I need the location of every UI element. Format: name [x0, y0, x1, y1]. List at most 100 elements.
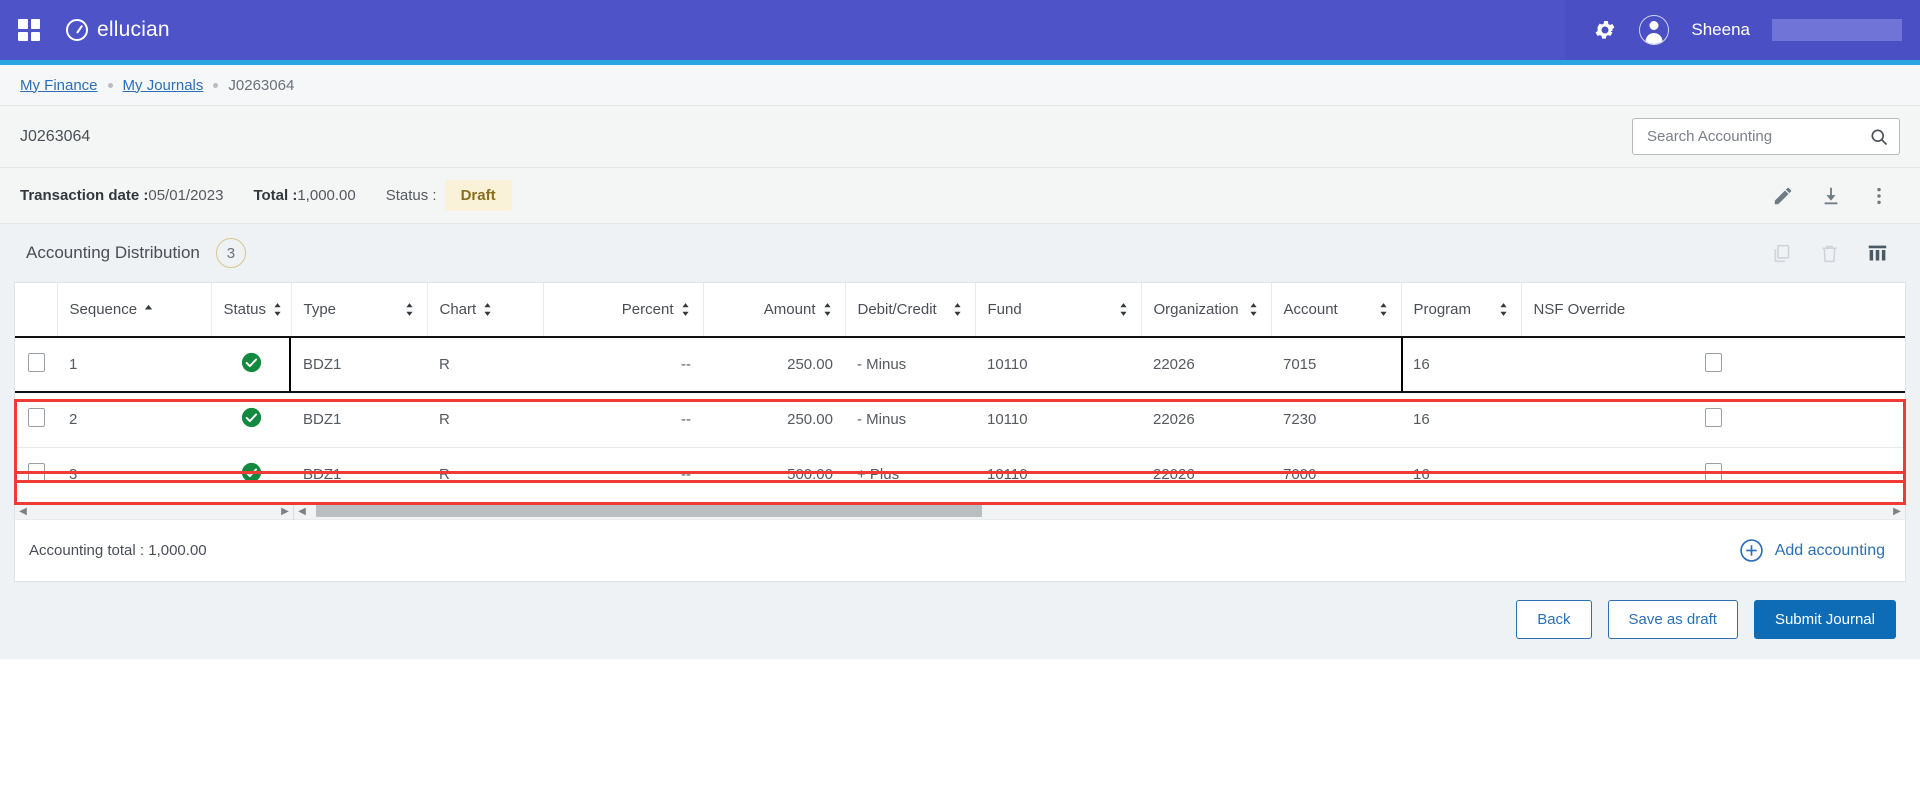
row-checkbox[interactable] [27, 408, 45, 428]
cell-organization: 22026 [1141, 446, 1271, 502]
sort-both-icon[interactable] [404, 302, 415, 317]
cell-sequence: 1 [57, 336, 211, 393]
scroll-left-icon[interactable]: ◀ [15, 506, 31, 517]
sort-both-icon[interactable] [1248, 302, 1259, 317]
breadcrumb-separator-icon [107, 82, 113, 88]
download-icon[interactable] [1820, 185, 1842, 207]
cell-chart: R [427, 336, 543, 393]
column-header-program[interactable]: Program [1401, 283, 1522, 337]
row-select-cell [15, 336, 57, 393]
add-accounting-button[interactable]: Add accounting [1739, 538, 1891, 563]
column-header-account[interactable]: Account [1271, 283, 1402, 337]
column-label-status: Status [223, 301, 267, 318]
sort-both-icon[interactable] [680, 302, 691, 317]
sort-both-icon[interactable] [482, 302, 493, 317]
gear-icon[interactable] [1593, 18, 1617, 42]
transaction-summary-bar: Transaction date :05/01/2023 Total :1,00… [0, 168, 1920, 224]
status-ok-icon [241, 352, 262, 373]
more-vertical-icon[interactable] [1868, 185, 1890, 207]
cell-organization: 22026 [1141, 336, 1271, 393]
nsf-override-checkbox[interactable] [1704, 353, 1722, 372]
search-icon[interactable] [1869, 127, 1889, 147]
cell-amount: 250.00 [703, 336, 845, 393]
accounting-table-card: Sequence Status Type Chart Percent Amoun… [14, 282, 1906, 582]
sort-both-icon[interactable] [822, 302, 833, 317]
submit-journal-button[interactable]: Submit Journal [1753, 600, 1896, 639]
column-label-fund: Fund [987, 301, 1022, 318]
sort-both-icon[interactable] [1118, 302, 1129, 317]
cell-program: 16 [1401, 446, 1521, 502]
breadcrumb-item-my-journals[interactable]: My Journals [123, 77, 204, 94]
save-as-draft-button[interactable]: Save as draft [1607, 600, 1738, 639]
cell-type: BDZ1 [291, 391, 427, 447]
accounting-distribution-section: Accounting Distribution 3 Sequence Statu… [0, 224, 1920, 582]
section-title: Accounting Distribution [26, 243, 200, 262]
transaction-date-label: Transaction date : [20, 187, 149, 204]
app-grid-icon[interactable] [18, 19, 40, 41]
search-accounting-box[interactable] [1632, 118, 1900, 155]
sort-both-icon[interactable] [952, 302, 963, 317]
column-header-chart[interactable]: Chart [427, 283, 544, 337]
horizontal-scrollbar[interactable]: ◀ ▶ ◀ ▶ [15, 502, 1905, 520]
nsf-override-checkbox[interactable] [1704, 463, 1722, 483]
scrollbar-thumb[interactable] [316, 505, 982, 517]
column-header-amount[interactable]: Amount [703, 283, 846, 337]
sort-both-icon[interactable] [1378, 302, 1389, 317]
cell-percent: -- [543, 391, 703, 447]
cell-sequence: 3 [57, 446, 211, 502]
cell-percent: -- [543, 446, 703, 502]
column-header-debit-credit[interactable]: Debit/Credit [845, 283, 976, 337]
accounting-total-row: Accounting total : 1,000.00 Add accounti… [15, 519, 1905, 581]
table-row[interactable]: 1 BDZ1 R -- 250.00 - Minus 10110 22026 7… [15, 336, 1905, 393]
scroll-right-icon[interactable]: ▶ [1889, 506, 1905, 517]
column-label-debit-credit: Debit/Credit [857, 301, 937, 318]
column-label-chart: Chart [439, 301, 477, 318]
column-header-status[interactable]: Status [211, 283, 292, 337]
column-header-sequence[interactable]: Sequence [57, 283, 212, 337]
sort-both-icon[interactable] [1498, 302, 1509, 317]
column-header-percent[interactable]: Percent [543, 283, 704, 337]
cell-type: BDZ1 [291, 446, 427, 502]
table-row[interactable]: 2 BDZ1 R -- 250.00 - Minus 10110 22026 7… [15, 391, 1905, 447]
column-header-type[interactable]: Type [291, 283, 428, 337]
total-label: Total : [253, 187, 298, 204]
row-count-badge: 3 [215, 238, 246, 268]
status-ok-icon [241, 462, 262, 483]
scroll-right-icon[interactable]: ▶ [277, 506, 293, 517]
transaction-actions [1772, 185, 1900, 207]
column-header-nsf-override[interactable]: NSF Override [1521, 283, 1905, 337]
row-checkbox[interactable] [27, 353, 45, 372]
scroll-track-left[interactable] [31, 503, 277, 519]
pencil-edit-icon[interactable] [1772, 185, 1794, 207]
page-title-bar: J0263064 [0, 106, 1920, 168]
scroll-track-main[interactable] [310, 503, 1889, 519]
redacted-username-block [1772, 19, 1902, 41]
column-header-fund[interactable]: Fund [975, 283, 1142, 337]
column-header-organization[interactable]: Organization [1141, 283, 1272, 337]
cell-fund: 10110 [975, 446, 1141, 502]
cell-chart: R [427, 446, 543, 502]
ellucian-mark-icon [66, 19, 88, 41]
cell-debit-credit: - Minus [845, 391, 975, 447]
scroll-left-icon[interactable]: ◀ [294, 506, 310, 517]
trash-icon[interactable] [1819, 243, 1840, 264]
column-label-sequence: Sequence [69, 301, 138, 318]
cell-status [211, 446, 291, 502]
section-tools [1771, 243, 1894, 264]
brand-logo[interactable]: ellucian [66, 18, 170, 42]
nsf-override-checkbox[interactable] [1704, 408, 1722, 428]
column-label-account: Account [1283, 301, 1338, 318]
breadcrumb-item-my-finance[interactable]: My Finance [20, 77, 98, 94]
sort-asc-icon[interactable] [143, 302, 154, 317]
user-avatar-icon[interactable] [1639, 15, 1670, 45]
table-row[interactable]: 3 BDZ1 R -- 500.00 + Plus 10110 22026 70… [15, 446, 1905, 502]
search-input[interactable] [1645, 127, 1869, 146]
sort-both-icon[interactable] [272, 302, 283, 317]
row-checkbox[interactable] [27, 463, 45, 483]
back-button[interactable]: Back [1516, 600, 1592, 639]
cell-program: 16 [1401, 391, 1521, 447]
cell-amount: 250.00 [703, 391, 845, 447]
breadcrumb: My Finance My Journals J0263064 [0, 65, 1920, 106]
columns-settings-icon[interactable] [1867, 243, 1888, 264]
copy-icon[interactable] [1771, 243, 1792, 264]
